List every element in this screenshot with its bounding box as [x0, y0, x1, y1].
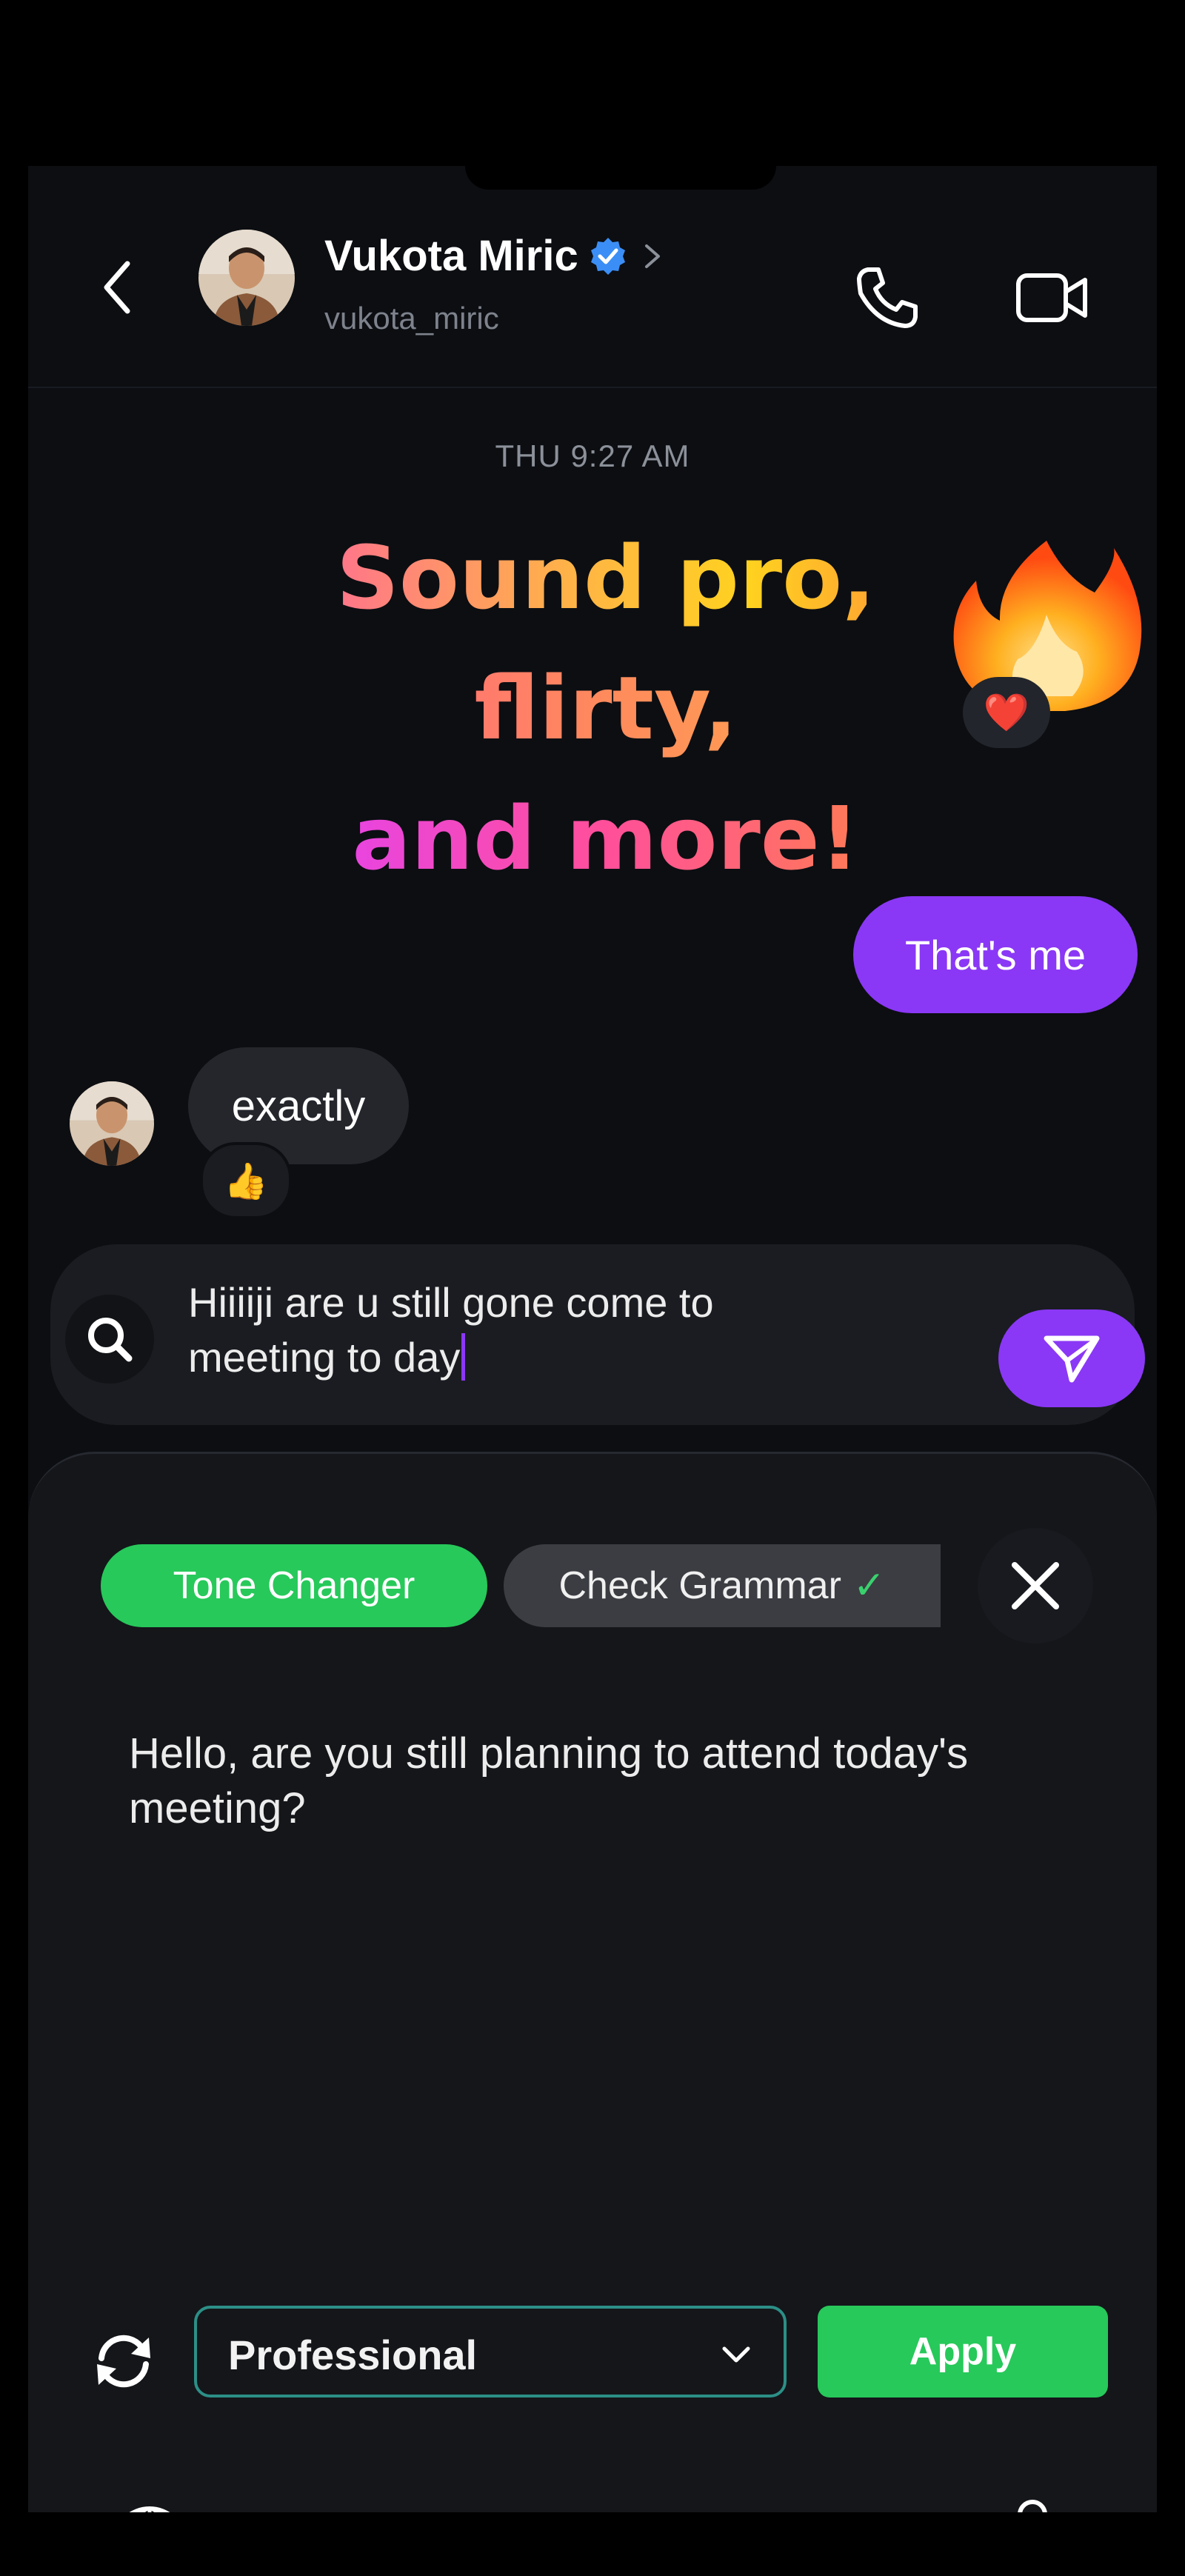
microphone-icon	[1018, 2500, 1047, 2512]
tab-tone-changer[interactable]: Tone Changer	[101, 1544, 487, 1627]
promo-line-2: flirty,	[250, 643, 961, 773]
contact-name-row[interactable]: Vukota Miric	[324, 231, 667, 281]
message-timestamp: THU 9:27 AM	[495, 438, 690, 473]
close-panel-button[interactable]	[978, 1528, 1093, 1644]
tab-check-grammar-label: Check Grammar	[558, 1564, 841, 1607]
search-icon	[88, 1318, 133, 1362]
ai-writing-panel: Tone Changer Check Grammar ✓ Hello, are …	[28, 1452, 1157, 2512]
chevron-left-icon	[104, 261, 130, 314]
tone-select-dropdown[interactable]: Professional	[194, 2306, 787, 2398]
tab-check-grammar[interactable]: Check Grammar ✓	[504, 1544, 941, 1627]
contact-name: Vukota Miric	[324, 232, 578, 280]
chat-header: Vukota Miric vukota_miric	[28, 190, 1157, 388]
checkmark-icon: ✓	[852, 1564, 886, 1607]
language-button[interactable]	[105, 2500, 194, 2512]
tone-select-value: Professional	[228, 2332, 478, 2378]
video-camera-icon	[1016, 273, 1087, 322]
chevron-down-icon	[722, 2346, 750, 2363]
microphone-button[interactable]	[988, 2495, 1077, 2512]
promo-overlay-text: Sound pro, flirty, and more!	[250, 513, 961, 904]
verified-badge-icon	[590, 237, 625, 275]
globe-icon	[129, 2506, 170, 2512]
message-composer: Hiiiiji are u still gone come to meeting…	[50, 1244, 1145, 1425]
contact-avatar[interactable]	[198, 230, 295, 326]
incoming-avatar[interactable]	[70, 1081, 154, 1166]
text-caret	[461, 1333, 466, 1381]
rewritten-message-text[interactable]: Hello, are you still planning to attend …	[129, 1726, 1077, 1836]
phone-icon	[857, 267, 918, 328]
outgoing-message-bubble[interactable]: That's me	[853, 896, 1138, 1013]
send-button[interactable]	[998, 1309, 1145, 1407]
contact-handle: vukota_miric	[324, 301, 499, 336]
close-icon	[1012, 1562, 1059, 1609]
chevron-right-icon	[644, 244, 660, 268]
video-call-button[interactable]	[1012, 261, 1093, 335]
refresh-icon	[97, 2335, 150, 2388]
regenerate-button[interactable]	[83, 2320, 164, 2402]
call-button[interactable]	[850, 261, 924, 335]
phone-screen: Vukota Miric vukota_miric THU 9:27 AM So…	[28, 166, 1157, 2512]
promo-line-3: and more!	[250, 773, 961, 904]
message-input-text: Hiiiiji are u still gone come to meeting…	[188, 1279, 714, 1381]
send-icon	[1044, 1335, 1100, 1383]
message-input[interactable]: Hiiiiji are u still gone come to meeting…	[188, 1275, 855, 1385]
heart-reaction-badge[interactable]: ❤️	[963, 677, 1050, 748]
back-button[interactable]	[89, 258, 148, 317]
promo-line-1: Sound pro,	[250, 513, 961, 643]
search-button[interactable]	[65, 1295, 154, 1384]
apply-button[interactable]: Apply	[818, 2306, 1108, 2398]
thumbs-up-reaction-badge[interactable]: 👍	[200, 1142, 292, 1219]
device-notch	[465, 166, 776, 190]
